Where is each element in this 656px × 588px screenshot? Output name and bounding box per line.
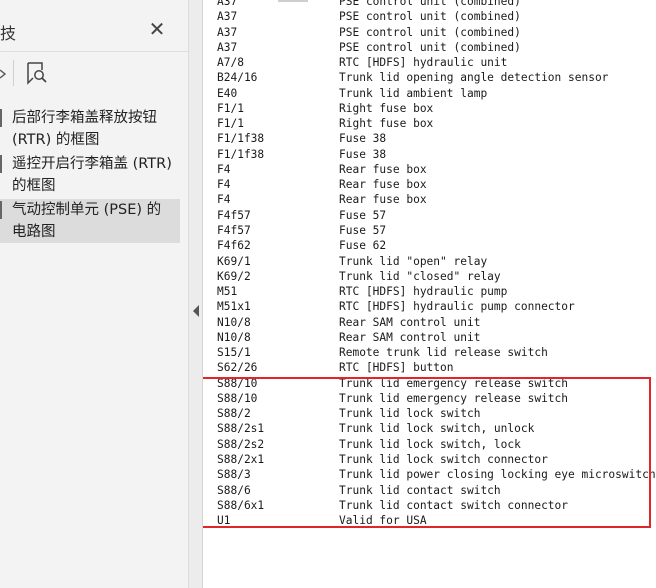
component-description: PSE control unit (combined) bbox=[339, 10, 521, 24]
component-code: F1/1f38 bbox=[217, 147, 265, 161]
component-description: Rear fuse box bbox=[339, 178, 427, 192]
table-row: B24/16 Trunk lid opening angle detection … bbox=[203, 70, 656, 85]
sidebar-title: 技 bbox=[0, 24, 17, 43]
component-description: Trunk lid ambient lamp bbox=[339, 86, 488, 100]
bookmarks-sidebar: 技 ✕ 后部行李箱盖释放按钮 (RTR) 的框图 遥控开启行李箱盖 (RTR) … bbox=[0, 0, 189, 588]
component-code: A37 bbox=[217, 10, 238, 24]
sidebar-item-label: 气动控制单元 (PSE) 的电路图 bbox=[12, 202, 162, 240]
component-code: A37 bbox=[217, 40, 238, 54]
component-description: Rear fuse box bbox=[339, 193, 427, 207]
component-description: Rear SAM control unit bbox=[339, 330, 481, 344]
tree-line bbox=[0, 155, 2, 173]
component-code: F4f62 bbox=[217, 239, 251, 253]
component-code: F4 bbox=[217, 162, 231, 176]
sidebar-item-rtr-remote[interactable]: 遥控开启行李箱盖 (RTR) 的框图 bbox=[0, 153, 180, 197]
component-description: Rear SAM control unit bbox=[339, 315, 481, 329]
component-code: M51x1 bbox=[217, 300, 251, 314]
table-row: K69/2 Trunk lid "closed" relay bbox=[203, 269, 656, 284]
chevron-down-icon[interactable] bbox=[0, 64, 8, 82]
table-row: F4f57 Fuse 57 bbox=[203, 223, 656, 238]
table-row: F1/1f38 Fuse 38 bbox=[203, 147, 656, 162]
component-code: S62/26 bbox=[217, 361, 258, 375]
table-row: A37 PSE control unit (combined) bbox=[203, 9, 656, 24]
sidebar-item-pse-circuit[interactable]: 气动控制单元 (PSE) 的电路图 bbox=[0, 199, 180, 243]
component-description: Rear fuse box bbox=[339, 162, 427, 176]
component-description: Remote trunk lid release switch bbox=[339, 346, 548, 360]
component-code: N10/8 bbox=[217, 315, 251, 329]
table-row: A37 PSE control unit (combined) bbox=[203, 40, 656, 55]
component-code: N10/8 bbox=[217, 330, 251, 344]
component-code: F1/1 bbox=[217, 117, 244, 131]
component-description: Fuse 38 bbox=[339, 147, 387, 161]
component-code: B24/16 bbox=[217, 71, 258, 85]
component-code: A7/8 bbox=[217, 56, 244, 70]
component-code: E40 bbox=[217, 86, 238, 100]
sidebar-item-rtr-button[interactable]: 后部行李箱盖释放按钮 (RTR) 的框图 bbox=[0, 107, 180, 151]
table-row: F4 Rear fuse box bbox=[203, 192, 656, 207]
close-icon[interactable]: ✕ bbox=[146, 18, 168, 40]
component-code: A37 bbox=[217, 0, 238, 8]
table-row: F4f57 Fuse 57 bbox=[203, 208, 656, 223]
component-code: A37 bbox=[217, 25, 238, 39]
table-row: F1/1f38 Fuse 38 bbox=[203, 131, 656, 146]
component-description: RTC [HDFS] hydraulic pump connector bbox=[339, 300, 575, 314]
bookmark-icon[interactable] bbox=[24, 61, 48, 85]
sidebar-item-label: 后部行李箱盖释放按钮 (RTR) 的框图 bbox=[12, 110, 157, 148]
panel-splitter[interactable] bbox=[189, 0, 202, 588]
component-description: Fuse 62 bbox=[339, 239, 387, 253]
sidebar-divider bbox=[0, 51, 188, 52]
sidebar-item-label: 遥控开启行李箱盖 (RTR) 的框图 bbox=[12, 156, 172, 194]
component-code: F4f57 bbox=[217, 223, 251, 237]
highlight-annotation bbox=[203, 377, 651, 528]
component-description: PSE control unit (combined) bbox=[339, 0, 521, 8]
component-description: RTC [HDFS] hydraulic unit bbox=[339, 56, 508, 70]
component-description: RTC [HDFS] button bbox=[339, 361, 454, 375]
table-row: F1/1 Right fuse box bbox=[203, 101, 656, 116]
component-code: F1/1 bbox=[217, 101, 244, 115]
component-code: M51 bbox=[217, 285, 238, 299]
component-code: F4 bbox=[217, 193, 231, 207]
component-description: Right fuse box bbox=[339, 101, 434, 115]
component-description: Right fuse box bbox=[339, 117, 434, 131]
table-row: A7/8 RTC [HDFS] hydraulic unit bbox=[203, 55, 656, 70]
component-code: F4 bbox=[217, 178, 231, 192]
tree-line bbox=[0, 109, 2, 127]
document-page: A37 PSE control unit (combined) A37 PSE con… bbox=[203, 0, 656, 588]
table-row: S62/26 RTC [HDFS] button bbox=[203, 360, 656, 375]
component-description: PSE control unit (combined) bbox=[339, 40, 521, 54]
component-code: F1/1f38 bbox=[217, 132, 265, 146]
table-row: F4 Rear fuse box bbox=[203, 162, 656, 177]
toolbar-separator bbox=[13, 60, 14, 86]
collapse-left-icon[interactable] bbox=[192, 305, 200, 317]
component-description: Fuse 57 bbox=[339, 223, 387, 237]
component-description: Trunk lid "open" relay bbox=[339, 254, 488, 268]
component-code: K69/1 bbox=[217, 254, 251, 268]
component-description: PSE control unit (combined) bbox=[339, 25, 521, 39]
table-row: K69/1 Trunk lid "open" relay bbox=[203, 254, 656, 269]
table-row: F4 Rear fuse box bbox=[203, 177, 656, 192]
component-description: Trunk lid "closed" relay bbox=[339, 269, 501, 283]
component-description: RTC [HDFS] hydraulic pump bbox=[339, 285, 508, 299]
table-row: F1/1 Right fuse box bbox=[203, 116, 656, 131]
table-row: M51x1 RTC [HDFS] hydraulic pump connector bbox=[203, 299, 656, 314]
table-row: A37 PSE control unit (combined) bbox=[203, 0, 656, 9]
table-row: N10/8 Rear SAM control unit bbox=[203, 330, 656, 345]
component-description: Trunk lid opening angle detection sensor bbox=[339, 71, 609, 85]
component-code: K69/2 bbox=[217, 269, 251, 283]
table-row: N10/8 Rear SAM control unit bbox=[203, 315, 656, 330]
table-row: F4f62 Fuse 62 bbox=[203, 238, 656, 253]
component-description: Fuse 57 bbox=[339, 208, 387, 222]
table-row: A37 PSE control unit (combined) bbox=[203, 25, 656, 40]
table-row: S15/1 Remote trunk lid release switch bbox=[203, 345, 656, 360]
component-code: F4f57 bbox=[217, 208, 251, 222]
table-row: E40 Trunk lid ambient lamp bbox=[203, 86, 656, 101]
component-description: Fuse 38 bbox=[339, 132, 387, 146]
tree-line bbox=[0, 201, 2, 219]
component-code: S15/1 bbox=[217, 346, 251, 360]
table-row: M51 RTC [HDFS] hydraulic pump bbox=[203, 284, 656, 299]
